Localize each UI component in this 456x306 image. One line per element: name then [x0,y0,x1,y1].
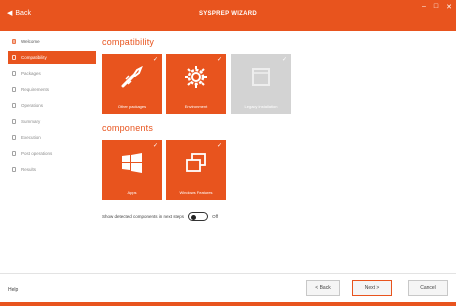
show-components-toggle-row: Show detected components in next steps O… [102,212,218,221]
sidebar-item-compatibility[interactable]: Compatibility [8,51,96,64]
minimize-icon[interactable]: – [422,3,426,11]
wrench-icon [102,64,162,90]
tile-label: Windows Features [179,190,213,195]
next-button[interactable]: Next > [352,280,392,296]
sidebar-item-label: Requirements [21,87,50,92]
check-icon: ✓ [152,57,158,63]
sidebar-item-operations[interactable]: Operations [8,99,96,112]
section-title-compatibility: compatibility [102,37,155,47]
step-icon [12,119,16,124]
tile-label: Legacy installation [244,104,278,109]
sidebar-item-label: Summary [21,119,41,124]
tile-apps[interactable]: ✓ Apps [102,140,162,200]
close-icon[interactable]: ✕ [446,3,452,11]
sidebar-item-label: Compatibility [21,55,47,60]
sidebar-item-requirements[interactable]: Requirements [8,83,96,96]
sidebar-item-execution[interactable]: Execution [8,131,96,144]
toggle-state: Off [212,214,218,219]
tile-label: Environment [184,104,208,109]
sidebar-item-results[interactable]: Results [8,163,96,176]
help-link[interactable]: Help [8,287,18,293]
sidebar-item-label: Operations [21,103,44,108]
tile-windows-features[interactable]: ✓ Windows Features [166,140,226,200]
bottom-accent-border [0,302,456,306]
back-button[interactable]: < Back [306,280,340,296]
check-icon: ✓ [216,143,222,149]
sidebar-item-welcome[interactable]: Welcome [8,35,96,48]
step-icon [12,39,16,44]
check-icon: ✓ [152,143,158,149]
step-icon [12,135,16,140]
sidebar-item-label: Results [21,167,37,172]
section-title-components: components [102,123,154,133]
window-title: SYSPREP WIZARD [198,11,258,17]
tile-legacy-installation: ✓ Legacy installation [231,54,291,114]
maximize-icon[interactable]: □ [434,3,438,11]
tile-label: Other packages [117,104,147,109]
tile-other-packages[interactable]: ✓ Other packages [102,54,162,114]
sidebar-item-label: Packages [21,71,41,76]
gear-icon [166,64,226,90]
step-icon [12,167,16,172]
step-icon [12,55,16,60]
tile-environment[interactable]: ✓ Environment [166,54,226,114]
check-icon: ✓ [216,57,222,63]
sidebar-item-label: Execution [21,135,41,140]
step-icon [12,103,16,108]
step-icon [12,151,16,156]
sidebar-item-post-operations[interactable]: Post operations [8,147,96,160]
sidebar-item-packages[interactable]: Packages [8,67,96,80]
wizard-steps-sidebar: Welcome Compatibility Packages Requireme… [8,35,96,179]
toggle-knob [191,214,197,220]
window-controls: – □ ✕ [422,3,452,11]
cancel-button[interactable]: Cancel [408,280,448,296]
title-bar: ◀ Back SYSPREP WIZARD – □ ✕ [0,0,456,31]
show-components-toggle[interactable] [188,212,209,221]
footer-divider [0,273,456,274]
windows-logo-icon [102,150,162,176]
windows-overlap-icon [166,150,226,176]
check-icon: ✓ [281,57,287,63]
window-icon [231,64,291,90]
sidebar-item-label: Welcome [21,39,40,44]
sidebar-item-label: Post operations [21,151,53,156]
step-icon [12,87,16,92]
step-icon [12,71,16,76]
sidebar-item-summary[interactable]: Summary [8,115,96,128]
tile-label: Apps [127,190,137,195]
toggle-label: Show detected components in next steps [102,214,185,219]
